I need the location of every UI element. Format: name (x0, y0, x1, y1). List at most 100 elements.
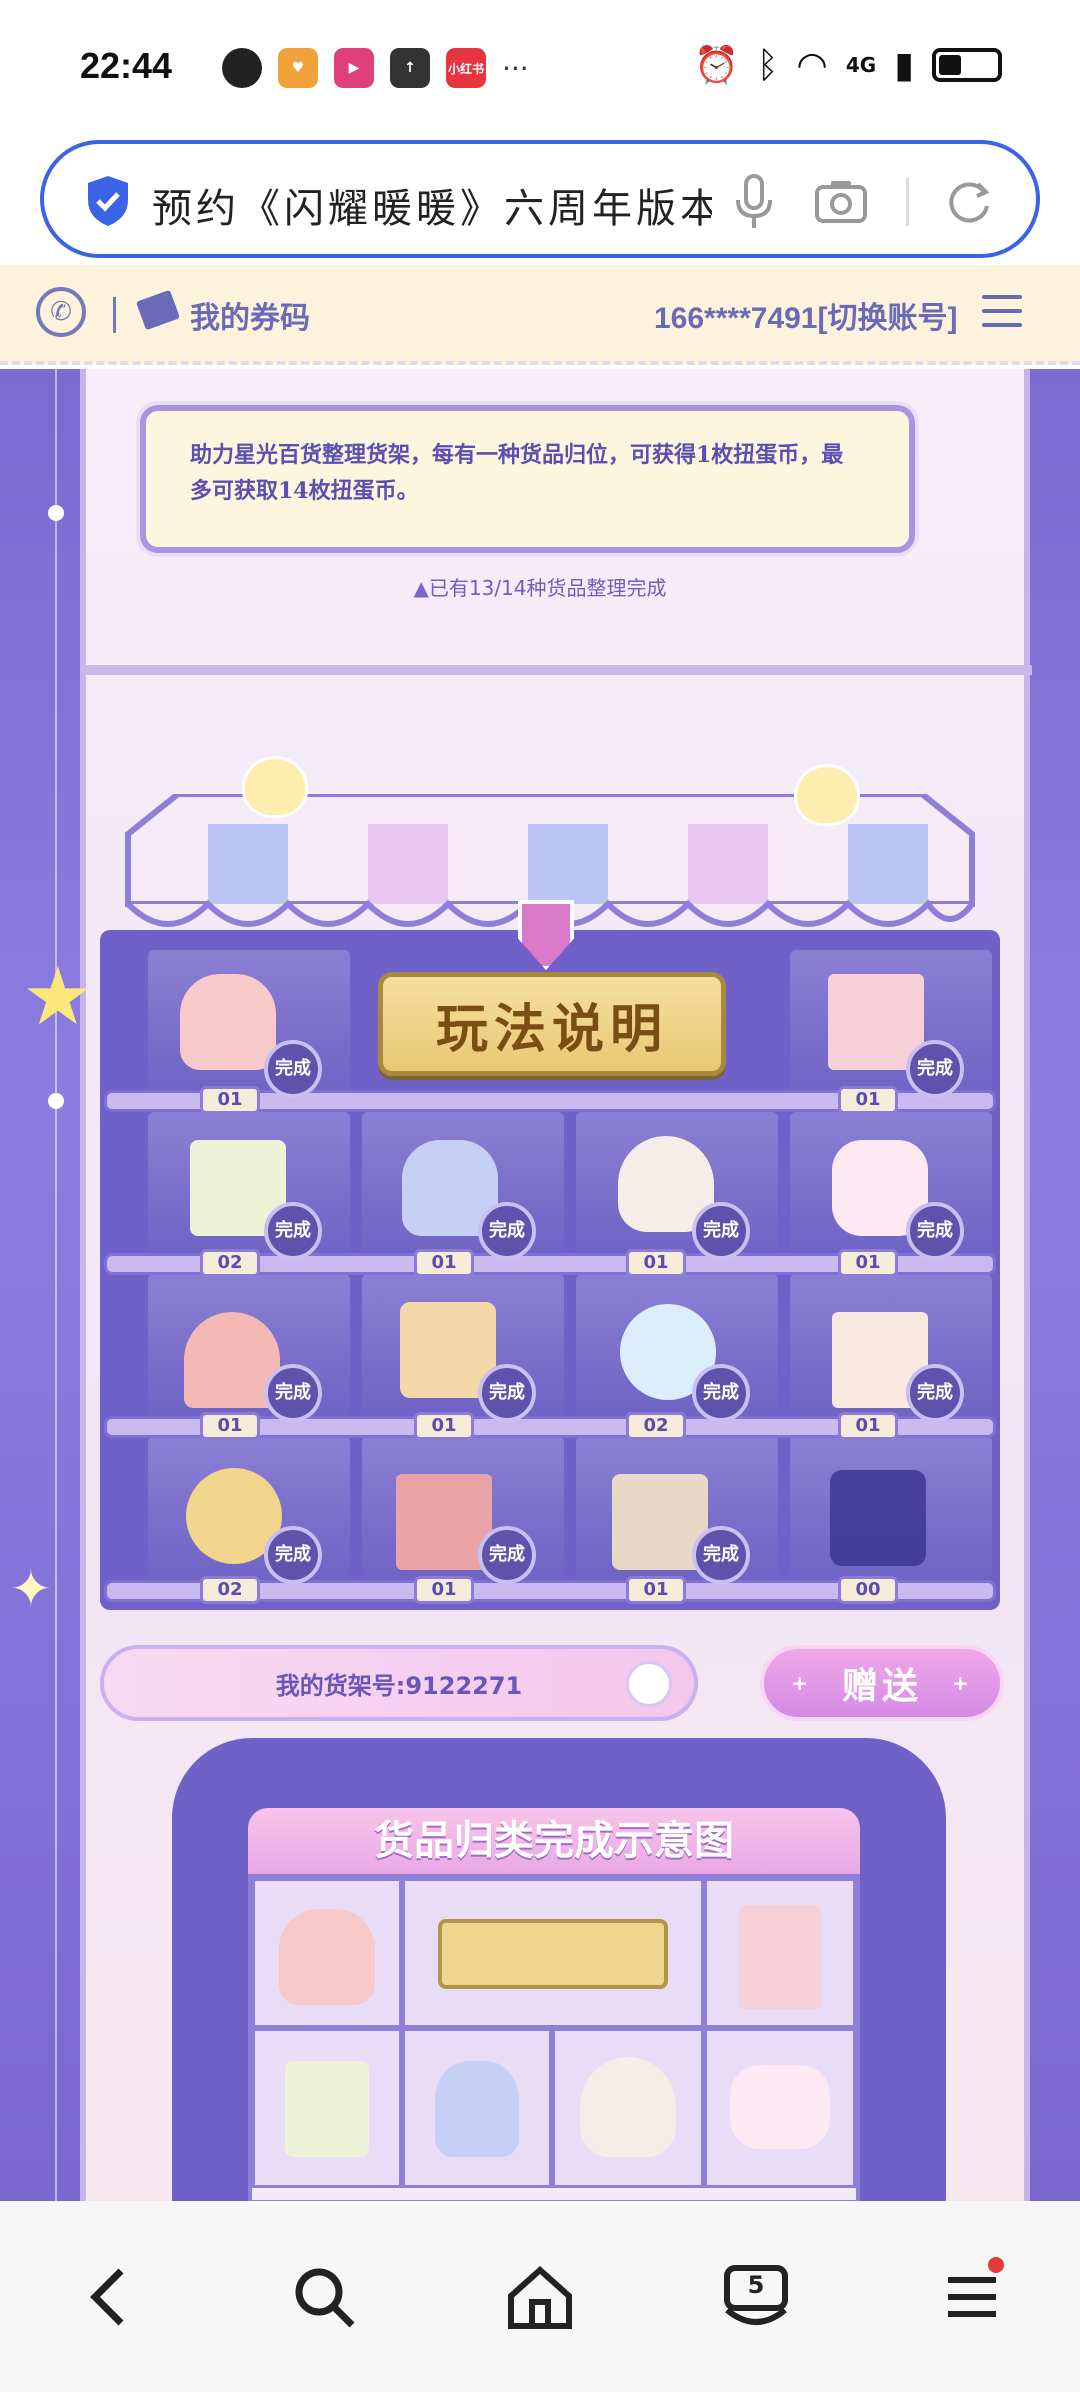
play-app-icon: ▶ (334, 48, 374, 88)
diagram-cell (252, 2028, 402, 2188)
bunny-backpack-icon (180, 974, 276, 1070)
bunny-backpack-icon (279, 1909, 375, 2005)
status-app-icons: ♥ ▶ ↑ 小红书 ··· (222, 48, 529, 88)
browser-bottom-nav: 5 (0, 2201, 1080, 2392)
perfume-bottle-icon (435, 2061, 519, 2157)
bunny-mug-icon (730, 2065, 830, 2149)
address-divider (906, 178, 909, 226)
cat-mascot-icon (794, 764, 860, 826)
triangle-icon: ▲ (413, 576, 429, 600)
heart-app-icon: ♥ (278, 48, 318, 88)
account-strip: ✆ 我的券码 166****7491[切换账号] (0, 265, 1080, 365)
diagram-cell (402, 2028, 552, 2188)
tabs-icon[interactable]: 5 (716, 2257, 796, 2337)
decorative-dot (48, 1093, 64, 1109)
strip-divider (113, 297, 116, 333)
count-tag: 01 (414, 1576, 474, 1604)
diagram-cell (704, 2028, 856, 2188)
wifi-icon: ◠ (796, 44, 828, 86)
diagram-cell (704, 1878, 856, 2028)
done-badge: 完成 (692, 1364, 750, 1422)
done-badge: 完成 (692, 1202, 750, 1260)
diagram-grid (248, 1874, 860, 2204)
status-time: 22:44 (80, 45, 173, 86)
copy-icon[interactable] (626, 1661, 672, 1707)
done-badge: 完成 (906, 1040, 964, 1098)
tab-count: 5 (747, 2270, 765, 2299)
sparkle-icon: + (791, 1671, 812, 1695)
flower-basket-icon (285, 2061, 369, 2157)
search-icon[interactable] (284, 2257, 364, 2337)
done-badge: 完成 (264, 1526, 322, 1584)
diagram-cell (552, 2028, 704, 2188)
count-tag: 01 (626, 1576, 686, 1604)
sparkle-icon: ✦ (10, 1560, 52, 1618)
gift-button[interactable]: + 赠送 + (760, 1645, 1004, 1721)
back-icon[interactable] (68, 2257, 148, 2337)
count-tag: 00 (838, 1576, 898, 1604)
progress-text: 已有13/14种货品整理完成 (428, 576, 667, 600)
alarm-icon: ⏰ (693, 45, 739, 86)
status-bar: 22:44 ♥ ▶ ↑ 小红书 ··· ⏰ ᛒ ◠ 4G ▮ (0, 0, 1080, 135)
battery-icon (932, 48, 1002, 82)
done-badge: 完成 (906, 1202, 964, 1260)
count-tag: 01 (414, 1412, 474, 1440)
count-tag: 01 (838, 1249, 898, 1277)
section-divider (82, 665, 1032, 675)
notice-box: 助力星光百货整理货架，每有一种货品归位，可获得1枚扭蛋币，最多可获取14枚扭蛋币… (140, 405, 915, 553)
done-badge: 完成 (264, 1202, 322, 1260)
notification-dot (988, 2256, 1004, 2273)
plate-placeholder (438, 1919, 668, 1989)
switch-account-link[interactable]: 166****7491[切换账号] (654, 293, 957, 337)
progress-note: ▲已有13/14种货品整理完成 (0, 572, 1080, 601)
refresh-icon[interactable] (944, 176, 994, 226)
done-badge: 完成 (478, 1526, 536, 1584)
bluetooth-icon: ᛒ (756, 44, 779, 86)
more-notifications: ··· (502, 51, 529, 85)
diagram-title: 货品归类完成示意图 (248, 1808, 860, 1874)
my-coupon-link[interactable]: 我的券码 (190, 293, 310, 337)
gift-button-label: 赠送 (841, 1666, 922, 1707)
camera-icon[interactable] (814, 178, 868, 224)
photo-album-icon (739, 1905, 821, 2009)
done-badge: 完成 (478, 1364, 536, 1422)
done-badge: 完成 (264, 1040, 322, 1098)
network-type: 4G (845, 53, 877, 77)
count-tag: 01 (200, 1412, 260, 1440)
shell-ring-icon (580, 2057, 676, 2157)
count-tag: 01 (200, 1086, 260, 1114)
count-tag: 02 (626, 1412, 686, 1440)
diagram-cell (252, 1878, 402, 2028)
sparkle-icon: + (952, 1671, 973, 1695)
status-indicators: ⏰ ᛒ ◠ 4G ▮ (694, 44, 1002, 86)
count-tag: 01 (414, 1249, 474, 1277)
address-bar[interactable]: 预约《闪耀暖暖》六周年版本 (40, 140, 1040, 258)
diagram-cell (402, 1878, 704, 2028)
done-badge: 完成 (692, 1526, 750, 1584)
address-text[interactable]: 预约《闪耀暖暖》六周年版本 (152, 176, 712, 234)
menu-icon[interactable] (982, 295, 1022, 331)
count-tag: 02 (200, 1249, 260, 1277)
xiaohongshu-icon: 小红书 (446, 48, 486, 88)
shelf-number-text: 我的货架号:9122271 (275, 1671, 523, 1700)
cat-mascot-icon (242, 756, 308, 818)
how-to-play-button[interactable]: 玩法说明 (378, 972, 726, 1076)
done-badge: 完成 (478, 1202, 536, 1260)
penguin-icon (222, 48, 262, 88)
phone-icon[interactable]: ✆ (36, 287, 86, 337)
menu-icon[interactable] (932, 2256, 1012, 2337)
done-badge: 完成 (264, 1364, 322, 1422)
decorative-dot (48, 505, 64, 521)
microphone-icon[interactable] (734, 174, 774, 230)
count-tag: 01 (626, 1249, 686, 1277)
coupon-icon[interactable] (135, 289, 181, 331)
signal-icon: ▮ (894, 44, 914, 86)
home-icon[interactable] (500, 2257, 580, 2337)
shield-icon (88, 176, 128, 226)
camera-item-icon (830, 1470, 926, 1566)
count-tag: 01 (838, 1412, 898, 1440)
upload-app-icon: ↑ (390, 48, 430, 88)
star-icon: ★ (22, 950, 94, 1043)
count-tag: 01 (838, 1086, 898, 1114)
count-tag: 02 (200, 1576, 260, 1604)
